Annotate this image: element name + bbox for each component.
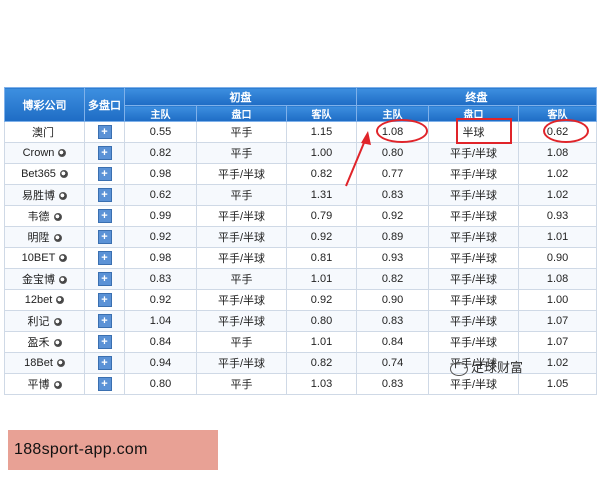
wechat-icon <box>450 361 468 376</box>
annotation-arrow-icon <box>345 131 371 187</box>
url-banner-text: 188sport-app.com <box>14 441 148 458</box>
watermark-text: 足球财富 <box>471 360 524 375</box>
watermark: 足球财富 <box>450 357 523 376</box>
